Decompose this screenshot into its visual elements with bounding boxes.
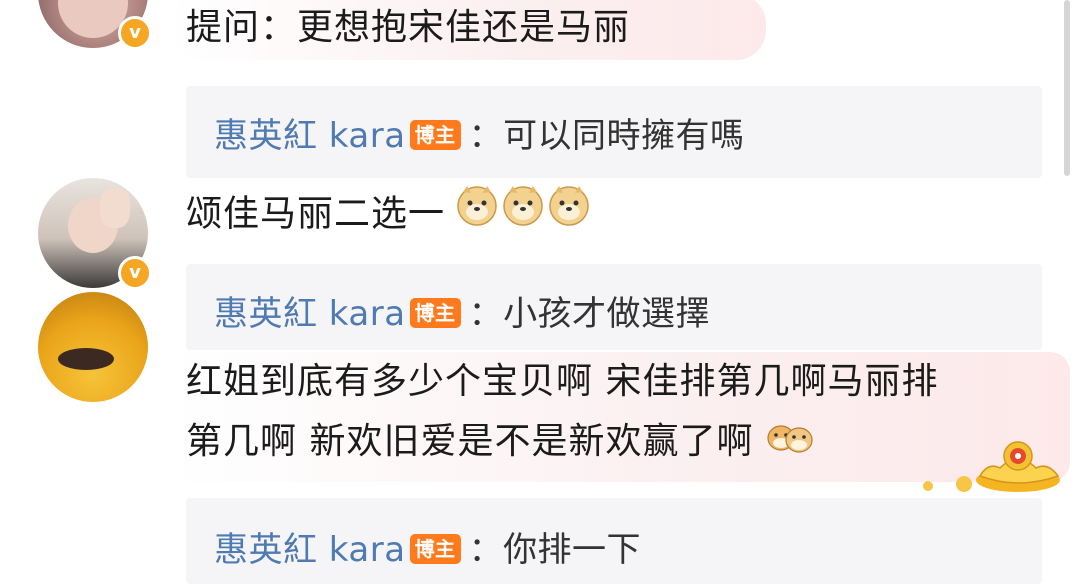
reply-colon: ： [468, 116, 504, 156]
comment-text: 颂佳马丽二选一 [186, 193, 446, 235]
reply-text: 可以同時擁有嗎 [503, 116, 745, 156]
comment-text-line2: 第几啊 新欢旧爱是不是新欢赢了啊 [186, 421, 754, 462]
reply-author-link[interactable]: 惠英紅 kara [214, 530, 406, 570]
scrollbar[interactable] [1064, 0, 1070, 176]
avatar[interactable]: v [38, 178, 152, 290]
comment-text: 提问：更想抱宋佳还是马丽 [186, 7, 631, 48]
gold-ingot-sticker-icon [918, 432, 1068, 498]
reply-colon: ： [468, 294, 504, 334]
doge-emoji-icon [457, 184, 590, 247]
blogger-badge: 博主 [409, 533, 461, 564]
comment-text-line1: 红姐到底有多少个宝贝啊 宋佳排第几啊马丽排 [186, 361, 939, 402]
reply-box[interactable]: 惠英紅 kara 博主 ：你排一下 [186, 498, 1042, 584]
shiba-dogs-emoji-icon [766, 413, 814, 473]
reply-box[interactable]: 惠英紅 kara 博主 ：小孩才做選擇 [186, 264, 1042, 350]
reply-text: 小孩才做選擇 [503, 294, 711, 334]
blogger-badge: 博主 [409, 297, 461, 328]
reply-text: 你排一下 [503, 530, 642, 570]
reply-colon: ： [468, 530, 504, 570]
reply-author-link[interactable]: 惠英紅 kara [214, 116, 406, 156]
blogger-badge: 博主 [409, 119, 461, 150]
reply-author-link[interactable]: 惠英紅 kara [214, 294, 406, 334]
avatar[interactable] [38, 292, 148, 402]
reply-box[interactable]: 惠英紅 kara 博主 ：可以同時擁有嗎 [186, 86, 1042, 178]
avatar[interactable]: v [38, 0, 152, 50]
verified-badge-icon: v [118, 16, 152, 50]
verified-badge-icon: v [118, 256, 152, 290]
